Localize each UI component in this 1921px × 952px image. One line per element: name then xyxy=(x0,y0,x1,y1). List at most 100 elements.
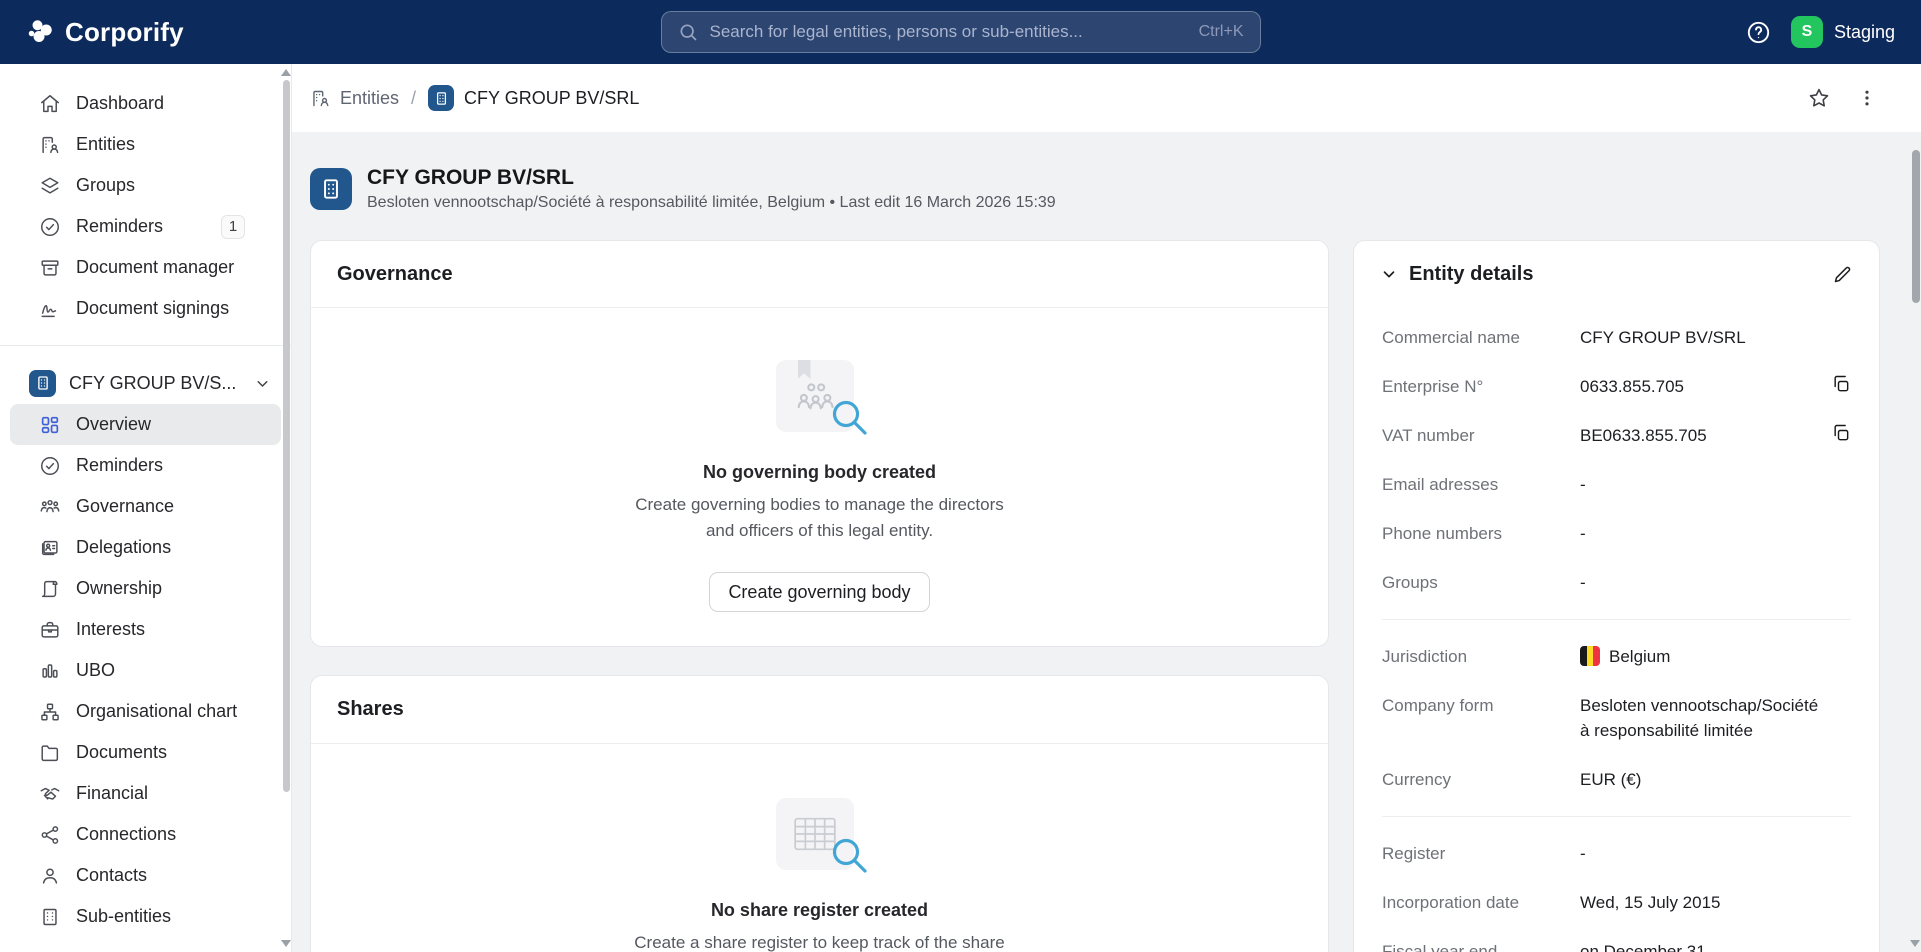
create-governing-body-button[interactable]: Create governing body xyxy=(709,572,930,612)
sidebar-item-document-signings[interactable]: Document signings xyxy=(10,288,281,329)
detail-value: - xyxy=(1580,844,1586,863)
search-input[interactable] xyxy=(709,22,1187,42)
details-divider xyxy=(1382,816,1851,817)
signature-icon xyxy=(39,298,61,320)
check-circle-icon xyxy=(39,216,61,238)
entity-header: CFY GROUP BV/SRL Besloten vennootschap/S… xyxy=(310,166,1921,212)
sidebar-item-contacts[interactable]: Contacts xyxy=(10,855,281,896)
detail-row-vat-number: VAT number BE0633.855.705 xyxy=(1382,411,1851,460)
favorite-star-icon[interactable] xyxy=(1807,86,1831,110)
sidebar-item-label: Contacts xyxy=(76,865,148,885)
sidebar-item-label: Overview xyxy=(76,414,152,434)
main-scroll-down-arrow[interactable] xyxy=(1910,940,1920,947)
sidebar-item-ubo[interactable]: UBO xyxy=(10,650,281,691)
detail-label: Incorporation date xyxy=(1382,893,1520,912)
entity-building-icon xyxy=(310,168,352,210)
sidebar-item-label: Reminders xyxy=(76,216,164,236)
breadcrumb-bar: Entities / CFY GROUP BV/SRL xyxy=(292,64,1921,132)
sidebar-item-delegations[interactable]: Delegations xyxy=(10,527,281,568)
magnifier-icon xyxy=(828,834,872,878)
sidebar-item-ownership[interactable]: Ownership xyxy=(10,568,281,609)
brand-name: Corporify xyxy=(65,16,184,47)
sidebar-item-reminders[interactable]: Reminders 1 xyxy=(10,206,281,247)
detail-value: Belgium xyxy=(1609,647,1671,666)
detail-label: Jurisdiction xyxy=(1382,647,1468,666)
sidebar-scroll-down-arrow[interactable] xyxy=(281,940,291,947)
main-scrollbar-thumb[interactable] xyxy=(1912,150,1920,303)
sidebar-item-label: Reminders xyxy=(76,455,164,475)
governance-card-header: Governance xyxy=(311,241,1328,308)
share-nodes-icon xyxy=(39,824,61,846)
detail-value: Wed, 15 July 2015 xyxy=(1580,893,1721,912)
sidebar-item-interests[interactable]: Interests xyxy=(10,609,281,650)
sidebar-item-organisational-chart[interactable]: Organisational chart xyxy=(10,691,281,732)
governance-empty-description: Create governing bodies to manage the di… xyxy=(635,495,1004,540)
copy-icon[interactable] xyxy=(1831,423,1851,443)
sidebar-item-label: Connections xyxy=(76,824,177,844)
sidebar-item-documents[interactable]: Documents xyxy=(10,732,281,773)
sidebar-item-sub-entities[interactable]: Sub-entities xyxy=(10,896,281,937)
sidebar-item-groups[interactable]: Groups xyxy=(10,165,281,206)
user-menu[interactable]: S Staging xyxy=(1790,16,1895,48)
brand-logo[interactable]: Corporify xyxy=(26,17,184,48)
detail-label: Enterprise N° xyxy=(1382,377,1484,396)
entity-subtitle: Besloten vennootschap/Société à responsa… xyxy=(367,194,1056,211)
sidebar-item-governance[interactable]: Governance xyxy=(10,486,281,527)
bookmark-icon xyxy=(797,360,811,379)
sidebar-scrollbar-thumb[interactable] xyxy=(283,80,290,792)
folder-icon xyxy=(39,742,61,764)
entity-building-icon xyxy=(428,85,455,111)
id-card-icon xyxy=(39,537,61,559)
shares-card-title: Shares xyxy=(337,698,404,720)
sidebar-item-label: Interests xyxy=(76,619,146,639)
sidebar-entity-switcher[interactable]: CFY GROUP BV/S... xyxy=(0,362,291,404)
breadcrumb-separator: / xyxy=(411,87,417,108)
user-icon xyxy=(39,865,61,887)
page-title: CFY GROUP BV/SRL xyxy=(367,166,574,189)
detail-label: Register xyxy=(1382,844,1446,863)
breadcrumb-current-label: CFY GROUP BV/SRL xyxy=(464,87,640,108)
create-governing-body-label: Create governing body xyxy=(728,581,911,602)
sidebar-item-document-manager[interactable]: Document manager xyxy=(10,247,281,288)
breadcrumb-entities-link[interactable]: Entities xyxy=(310,88,399,109)
sidebar-entity-name: CFY GROUP BV/S... xyxy=(69,372,237,393)
detail-label: Phone numbers xyxy=(1382,524,1503,543)
home-icon xyxy=(39,93,61,115)
groups-icon xyxy=(39,175,61,197)
chevron-down-icon xyxy=(254,375,271,392)
user-name: Staging xyxy=(1833,21,1895,42)
briefcase-icon xyxy=(39,619,61,641)
governance-empty-title: No governing body created xyxy=(702,462,937,482)
sidebar-item-dashboard[interactable]: Dashboard xyxy=(10,83,281,124)
edit-pencil-icon[interactable] xyxy=(1832,264,1853,285)
sidebar-item-label: Document manager xyxy=(76,257,235,277)
sidebar-scroll-up-arrow[interactable] xyxy=(281,69,291,76)
sidebar-item-entities[interactable]: Entities xyxy=(10,124,281,165)
sidebar: Dashboard Entities Groups Reminders 1 Do… xyxy=(0,64,292,952)
detail-label: Fiscal year end xyxy=(1382,942,1498,952)
entity-details-header[interactable]: Entity details xyxy=(1354,241,1879,307)
sidebar-item-label: Documents xyxy=(76,742,168,762)
help-icon[interactable] xyxy=(1746,20,1771,45)
main-area: Entities / CFY GROUP BV/SRL CFY GROUP BV… xyxy=(292,64,1921,952)
details-divider xyxy=(1382,619,1851,620)
shares-empty-description: Create a share register to keep track of… xyxy=(634,933,1005,952)
sidebar-item-overview[interactable]: Overview xyxy=(10,404,281,445)
collapse-chevron-icon[interactable] xyxy=(1380,265,1398,283)
sidebar-item-connections[interactable]: Connections xyxy=(10,814,281,855)
copy-icon[interactable] xyxy=(1831,374,1851,394)
archive-icon xyxy=(39,257,61,279)
sidebar-item-entity-reminders[interactable]: Reminders xyxy=(10,445,281,486)
sidebar-item-label: Ownership xyxy=(76,578,163,598)
belgium-flag-icon xyxy=(1580,646,1600,666)
global-search[interactable]: Ctrl+K xyxy=(660,11,1261,53)
sidebar-divider xyxy=(0,345,291,346)
detail-label: Company form xyxy=(1382,696,1494,715)
kebab-menu-icon[interactable] xyxy=(1857,88,1877,108)
sidebar-item-financial[interactable]: Financial xyxy=(10,773,281,814)
search-shortcut: Ctrl+K xyxy=(1198,23,1244,40)
breadcrumb-current: CFY GROUP BV/SRL xyxy=(428,85,639,111)
share-register-empty-icon xyxy=(768,798,872,874)
magnifier-icon xyxy=(828,396,872,440)
governance-card: Governance No governing body created Cre… xyxy=(310,240,1329,647)
